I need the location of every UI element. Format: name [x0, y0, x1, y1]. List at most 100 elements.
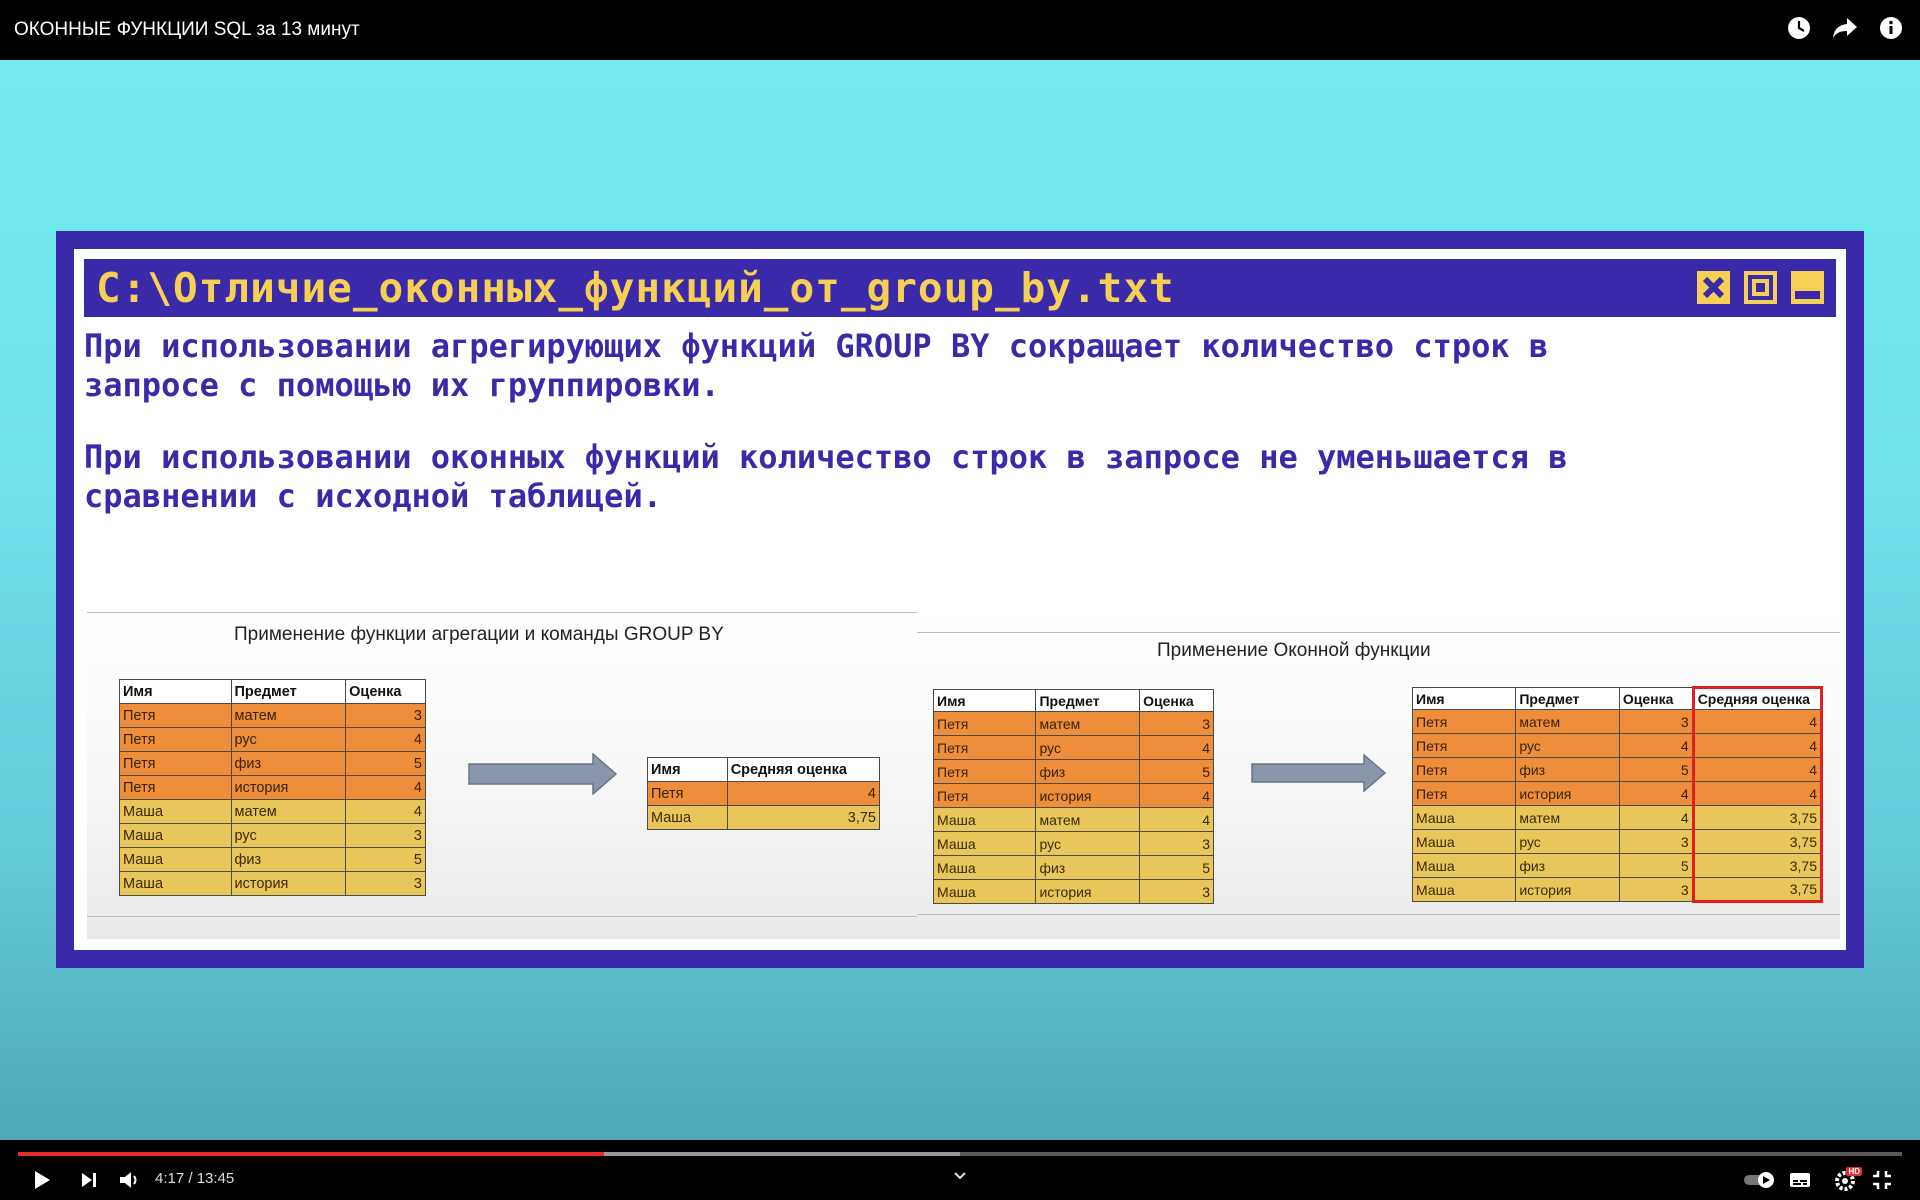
cell: 3	[1618, 829, 1694, 854]
cell: история	[230, 775, 347, 800]
cell: 3,75	[1691, 805, 1824, 830]
paragraph-window-functions: При использовании оконных функций количе…	[84, 438, 1568, 515]
tables-slide: Применение функции агрегации и команды G…	[87, 612, 1840, 939]
volume-button[interactable]	[116, 1167, 144, 1193]
play-button[interactable]	[28, 1167, 56, 1193]
cell: 4	[726, 781, 881, 806]
cell: матем	[1035, 807, 1141, 832]
cell: 4	[1618, 733, 1694, 758]
chapters-button[interactable]	[946, 1168, 974, 1184]
column-header: Имя	[1411, 687, 1517, 710]
subtitles-button[interactable]	[1786, 1167, 1814, 1193]
cell: 3	[1618, 709, 1694, 734]
table-row: Петя рус 4 4	[1411, 733, 1824, 758]
settings-button[interactable]: HD	[1828, 1167, 1862, 1193]
top-icons	[1784, 13, 1906, 43]
table-header-row: Имя Предмет Оценка	[119, 679, 426, 704]
share-icon[interactable]	[1830, 13, 1860, 43]
info-icon[interactable]	[1876, 13, 1906, 43]
cell: 4	[345, 775, 426, 800]
cell: Петя	[1411, 757, 1517, 782]
video-frame[interactable]: C:\Отличие_оконных_функций_от_group_by.t…	[0, 60, 1920, 1140]
column-header: Оценка	[1618, 687, 1694, 710]
divider	[87, 612, 917, 613]
cell: Маша	[932, 879, 1037, 904]
table-row: Маша матем 4	[932, 807, 1214, 832]
cell: Петя	[1411, 733, 1517, 758]
arrow-icon	[468, 753, 618, 795]
table-row: Маша 3,75	[647, 805, 881, 830]
cell: матем	[1035, 711, 1141, 736]
table-row: Петя история 4	[932, 783, 1214, 808]
progress-played	[18, 1152, 604, 1156]
cell: Маша	[932, 855, 1037, 880]
column-header: Предмет	[1515, 687, 1620, 710]
table-row: Маша физ 5 3,75	[1411, 853, 1824, 878]
cell: Петя	[932, 711, 1037, 736]
retro-window-title: C:\Отличие_оконных_функций_от_group_by.t…	[96, 264, 1175, 312]
cell: рус	[1515, 733, 1620, 758]
cell: история	[1035, 783, 1141, 808]
table-row: Маша физ 5	[932, 855, 1214, 880]
window-result-table: Имя Предмет Оценка Средняя оценка Петя ма…	[1411, 686, 1824, 903]
cell: 3,75	[1691, 877, 1824, 903]
cell: матем	[1515, 805, 1620, 830]
exit-fullscreen-icon	[1873, 1171, 1891, 1189]
table-row: Петя физ 5 4	[1411, 757, 1824, 782]
clock-icon[interactable]	[1784, 13, 1814, 43]
cell: Петя	[119, 703, 232, 728]
window-source-table: Имя Предмет Оценка Петя матем 3 Петя рус 4 П…	[932, 689, 1214, 904]
cell: 4	[1618, 781, 1694, 806]
minimize-icon	[1791, 271, 1824, 304]
cell: 4	[1139, 807, 1214, 832]
time-display: 4:17 / 13:45	[155, 1170, 235, 1187]
table-row: Петя матем 3	[932, 711, 1214, 736]
cell: рус	[1035, 735, 1141, 760]
table-row: Маша рус 3	[932, 831, 1214, 856]
cell: история	[1515, 877, 1620, 902]
cell: Маша	[932, 807, 1037, 832]
cell: рус	[1035, 831, 1141, 856]
cell: история	[1035, 879, 1141, 904]
cell: 3,75	[1691, 853, 1824, 878]
divider	[87, 916, 917, 917]
exit-fullscreen-button[interactable]	[1868, 1167, 1896, 1193]
cell: Маша	[119, 799, 232, 824]
column-header-average: Средняя оценка	[1691, 686, 1824, 710]
progress-bar[interactable]	[18, 1152, 1902, 1156]
cell: Маша	[119, 871, 232, 896]
cell: Маша	[647, 805, 728, 830]
cell: 3	[1618, 877, 1694, 902]
cell: 3	[345, 703, 426, 728]
cell: 5	[1618, 757, 1694, 782]
cell: физ	[1515, 757, 1620, 782]
column-header: Имя	[119, 679, 232, 704]
cell: физ	[1035, 759, 1141, 784]
cell: 5	[1139, 759, 1214, 784]
cell: Петя	[932, 735, 1037, 760]
autoplay-toggle-icon	[1744, 1172, 1774, 1188]
retro-window: C:\Отличие_оконных_функций_от_group_by.t…	[56, 231, 1864, 968]
column-header: Средняя оценка	[726, 757, 881, 782]
cell: Маша	[1411, 805, 1517, 830]
table-row: Петя рус 4	[119, 727, 426, 752]
cell: 4	[1691, 757, 1824, 782]
cell: 3,75	[726, 805, 881, 830]
cell: 5	[345, 847, 426, 872]
cell: история	[230, 871, 347, 896]
close-icon	[1697, 271, 1730, 304]
cell: Маша	[1411, 853, 1517, 878]
next-button[interactable]	[75, 1167, 103, 1193]
cell: 4	[1691, 781, 1824, 806]
cell: физ	[1035, 855, 1141, 880]
video-title[interactable]: ОКОННЫЕ ФУНКЦИИ SQL за 13 минут	[14, 19, 360, 41]
volume-icon	[120, 1172, 137, 1188]
cell: 4	[345, 727, 426, 752]
autoplay-toggle[interactable]	[1742, 1167, 1778, 1193]
cell: матем	[1515, 709, 1620, 734]
divider	[917, 914, 1840, 915]
cell: 4	[1139, 735, 1214, 760]
cell: Петя	[932, 759, 1037, 784]
subtitles-icon	[1790, 1173, 1810, 1187]
cell: Петя	[1411, 781, 1517, 806]
